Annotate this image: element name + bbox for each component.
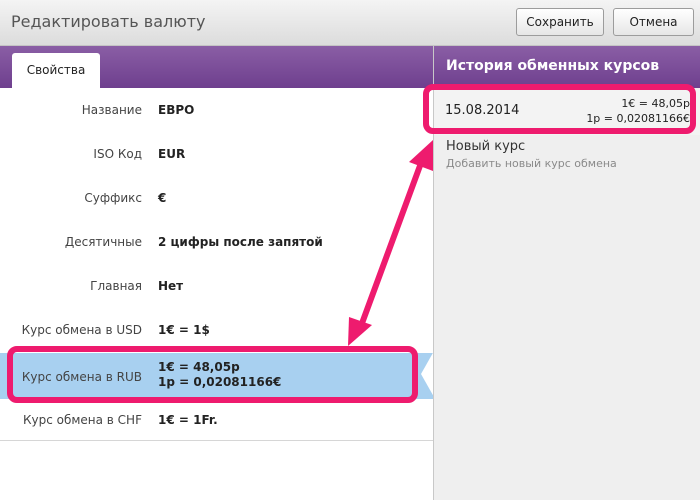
double-arrow-icon <box>348 140 433 346</box>
